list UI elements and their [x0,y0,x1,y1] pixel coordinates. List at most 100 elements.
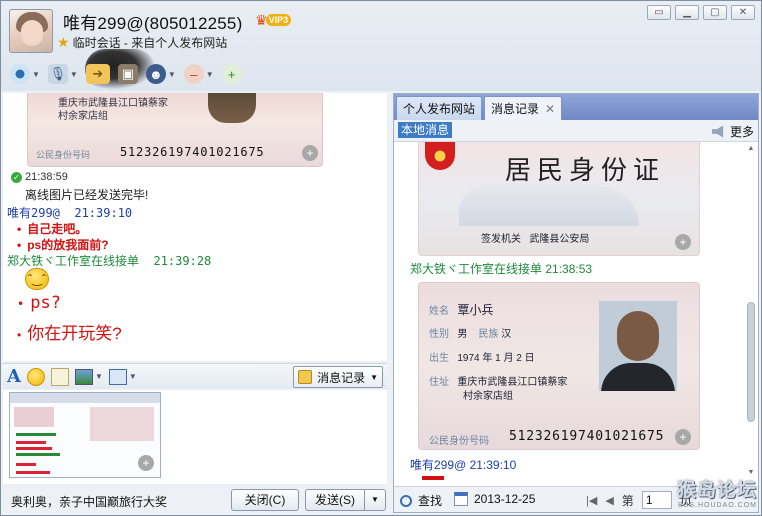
card-birth-row: 出生 1974 年 1 月 2 日 [429,353,535,364]
date-picker[interactable]: 2013-12-25 [454,492,535,506]
local-messages-tag[interactable]: 本地消息 [398,122,453,138]
issuer-label: 签发机关 [481,234,521,245]
message-sender: 唯有299@ 21:39:10 [7,204,132,221]
id-card-image-back[interactable]: 姓名 覃小兵 性别 男 民族 汉 出生 1974 年 1 月 2 日 住址 重庆… [418,282,700,450]
vip-badge[interactable]: ♛ VIP3 [255,11,292,29]
prev-page-icon[interactable]: ◀ [605,494,613,507]
first-page-icon[interactable]: |◀ [586,494,597,507]
chat-toolbar: ▼ 🎙 ▼ ➜ ▣ ☻ ▼ – ▼ + [7,59,245,89]
chevron-down-icon[interactable]: ▼ [70,70,78,79]
user-add-icon: + [221,64,242,84]
remote-assist-button[interactable]: ▣ [115,61,141,87]
great-wall-graphic [459,186,639,226]
maximize-button[interactable]: ▢ [703,5,727,20]
send-image-button[interactable]: ▼ [74,367,103,387]
sender-name[interactable]: 郑大铁ヾ工作室在线接单 [7,254,139,268]
history-content[interactable]: 居民身份证 签发机关 武隆县公安局 + 郑大铁ヾ工作室在线接单 21:38:53… [394,142,746,480]
send-button[interactable]: 发送(S) [305,489,365,511]
chevron-down-icon[interactable]: ▼ [95,372,103,381]
close-window-button[interactable]: ✕ [731,5,755,20]
id-card-image-back[interactable]: 重庆市武隆县江口镇蔡家 村余家店组 公民身份号码 512326197401021… [27,93,323,167]
scroll-thumb[interactable] [747,302,755,422]
skin-button[interactable]: ▭ [647,5,671,20]
message-line: • 自己走吧。 [17,222,88,236]
send-file-button[interactable]: ➜ [83,61,113,87]
sender-name[interactable]: 唯有299@ [410,458,466,472]
chevron-down-icon[interactable]: ▼ [32,70,40,79]
chat-history[interactable]: 重庆市武隆县江口镇蔡家 村余家店组 公民身份号码 512326197401021… [3,93,387,361]
scroll-up-icon[interactable]: ▲ [746,144,756,154]
sender-name[interactable]: 郑大铁ヾ工作室在线接单 [410,262,542,276]
card-address-line1: 重庆市武隆县江口镇蔡家 [58,98,168,109]
minimize-button[interactable]: ▁ [675,5,699,20]
card-address-line2: 村余家店组 [58,111,108,122]
tab-message-history[interactable]: 消息记录 ✕ [484,96,563,120]
send-options-dropdown[interactable]: ▼ [364,489,386,511]
image-icon [74,368,93,385]
system-message: 离线图片已经发送完毕! [25,188,149,202]
font-icon[interactable]: A [7,366,21,387]
watermark-title: 猴岛论坛 [676,480,757,501]
message-history-button[interactable]: 消息记录 ▼ [293,366,383,388]
close-button[interactable]: 关闭(C) [231,489,299,511]
emoji-icon[interactable] [26,367,45,386]
history-sender: 唯有299@ 21:39:10 [410,456,516,473]
user-remove-icon: – [183,64,204,84]
close-icon[interactable]: ✕ [545,102,555,116]
message-input[interactable]: + [3,390,387,484]
remove-user-button[interactable]: – ▼ [181,61,217,87]
avatar[interactable] [9,9,53,53]
ad-link[interactable]: 奥利奥，亲子中国巅旅行大奖 [11,493,167,510]
more-button[interactable]: 更多 [711,123,754,140]
message-time: 21:39:10 [469,458,517,472]
search-button[interactable]: 查找 [400,492,442,509]
message-time: 21:39:28 [153,254,212,268]
input-toolbar: A ▼ ▼ 消息记录 ▼ [3,363,387,389]
screenshot-icon [108,368,127,385]
chevron-down-icon[interactable]: ▼ [129,372,137,381]
police-icon: ☻ [145,64,166,84]
chevron-down-icon[interactable]: ▼ [168,70,176,79]
zoom-icon[interactable]: + [302,145,318,161]
tab-personal-site[interactable]: 个人发布网站 [396,96,483,120]
folder-icon: ➜ [85,64,110,84]
date-value: 2013-12-25 [474,492,536,506]
avatar-face [21,20,43,46]
sender-name[interactable]: 唯有299@ [7,206,60,220]
more-label: 更多 [729,125,754,139]
message-text: ps? [30,293,61,313]
id-card-image-front[interactable]: 居民身份证 签发机关 武隆县公安局 + [418,142,700,256]
history-icon [298,370,313,384]
system-time-text: 21:38:59 [25,171,68,183]
card-id-number: 512326197401021675 [120,145,265,159]
message-text: 你在开玩笑? [27,324,122,343]
chevron-down-icon[interactable]: ▼ [370,373,378,382]
zoom-icon[interactable]: + [675,429,691,445]
contact-name: 唯有299@(805012255) [63,14,243,33]
card-id-label: 公民身份号码 [36,150,91,160]
voice-call-button[interactable]: 🎙 ▼ [45,61,81,87]
camera-icon [10,64,30,84]
message-line: • 你在开玩笑? [17,324,122,343]
tab-label: 消息记录 [491,102,540,116]
add-friend-button[interactable]: + [219,61,245,87]
pasted-image-thumbnail[interactable]: + [9,392,161,478]
message-time: 21:39:10 [74,206,133,220]
zoom-icon[interactable]: + [675,234,691,250]
zoom-icon[interactable]: + [138,455,154,471]
magic-text-icon[interactable] [50,367,69,386]
sweat-face-emoji: ˆ‿ˆ [25,268,49,290]
star-icon: ★ [57,34,70,50]
page-input[interactable]: 1 [641,491,672,509]
chevron-down-icon[interactable]: ▼ [206,70,214,79]
card-id-label: 公民身份号码 [429,436,489,447]
security-button[interactable]: ☻ ▼ [143,61,179,87]
speaker-icon [711,125,724,138]
video-call-button[interactable]: ▼ [7,61,43,87]
search-icon [400,494,412,507]
screenshot-button[interactable]: ▼ [108,367,137,387]
bottom-bar: 奥利奥，亲子中国巅旅行大奖 关闭(C) 发送(S) ▼ [3,485,387,515]
scrollbar[interactable]: ▲ ▼ [746,142,756,480]
card-photo [599,301,677,391]
page-prefix: 第 [621,493,634,508]
